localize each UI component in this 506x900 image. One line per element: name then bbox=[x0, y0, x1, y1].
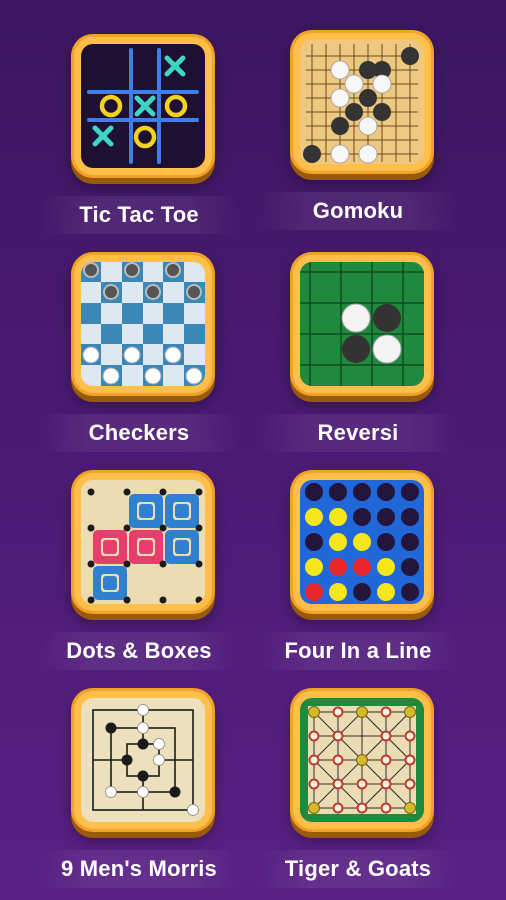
tile-frame bbox=[71, 470, 215, 614]
checkers-board-icon bbox=[81, 262, 205, 386]
game-label: Tiger & Goats bbox=[258, 850, 458, 888]
game-label: Reversi bbox=[258, 414, 458, 452]
game-card-nine-mens-morris[interactable]: 9 Men's Morris bbox=[39, 688, 239, 898]
tile-frame bbox=[71, 252, 215, 396]
tile-frame bbox=[290, 688, 434, 832]
four-in-a-line-board-icon bbox=[300, 480, 424, 604]
tile-frame bbox=[71, 34, 215, 178]
reversi-board-icon bbox=[300, 262, 424, 386]
game-grid: Tic Tac Toe Gomoku Checkers Reversi Dots… bbox=[0, 0, 506, 900]
nine-mens-morris-board-icon bbox=[81, 698, 205, 822]
tic-tac-toe-board-icon bbox=[81, 44, 205, 168]
game-card-dots-boxes[interactable]: Dots & Boxes bbox=[39, 470, 239, 680]
game-card-tiger-goats[interactable]: Tiger & Goats bbox=[258, 688, 458, 898]
tile-frame bbox=[290, 470, 434, 614]
tiger-goats-board-icon bbox=[300, 698, 424, 822]
tile-frame bbox=[290, 30, 434, 174]
game-label: Tic Tac Toe bbox=[39, 196, 239, 234]
game-card-checkers[interactable]: Checkers bbox=[39, 252, 239, 462]
gomoku-board-icon bbox=[300, 40, 424, 164]
game-card-reversi[interactable]: Reversi bbox=[258, 252, 458, 462]
game-card-gomoku[interactable]: Gomoku bbox=[258, 30, 458, 240]
game-card-tic-tac-toe[interactable]: Tic Tac Toe bbox=[39, 34, 239, 244]
game-label: Gomoku bbox=[258, 192, 458, 230]
tile-frame bbox=[290, 252, 434, 396]
game-card-four-in-a-line[interactable]: Four In a Line bbox=[258, 470, 458, 680]
dots-boxes-board-icon bbox=[81, 480, 205, 604]
tile-frame bbox=[71, 688, 215, 832]
game-label: Four In a Line bbox=[258, 632, 458, 670]
game-label: Dots & Boxes bbox=[39, 632, 239, 670]
game-label: Checkers bbox=[39, 414, 239, 452]
game-label: 9 Men's Morris bbox=[39, 850, 239, 888]
